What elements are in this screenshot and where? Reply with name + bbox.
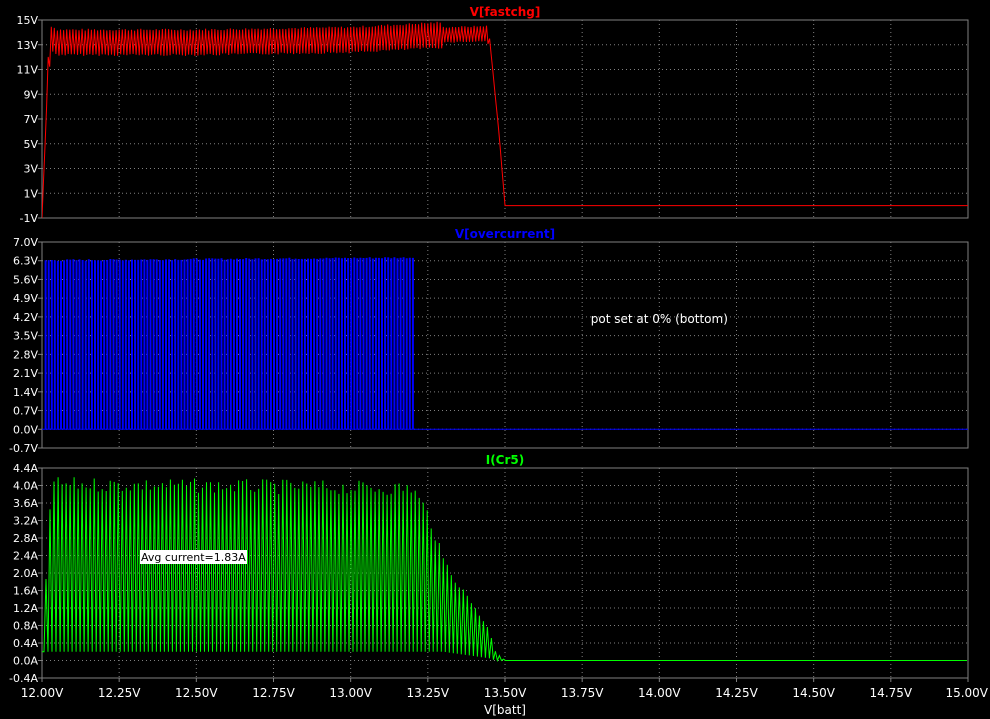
waveform-plot: 15V 13V 11V 9V 7V 5V 3V 1V -1V V[fastchg] 7.0V 6.3V…	[9, 5, 989, 717]
pane-title: I(Cr5)	[486, 453, 525, 467]
y-tick-label: 3.6A	[13, 497, 38, 510]
y-tick-label: 5V	[23, 138, 38, 151]
x-tick-label: 12.25V	[98, 686, 141, 700]
y-tick-label: 3.2A	[13, 515, 38, 528]
trace-cr5-current	[42, 477, 967, 663]
y-tick-label: 0.0A	[13, 655, 38, 668]
y-tick-label: 4.9V	[13, 292, 38, 305]
y-tick-label: 0.8A	[13, 620, 38, 633]
y-tick-label: -0.7V	[9, 442, 38, 455]
pane-2: 7.0V 6.3V 5.6V 4.9V 4.2V 3.5V 2.8V 2.1V 1.4V 0.7V…	[9, 227, 969, 455]
x-tick-label: 13.75V	[561, 686, 604, 700]
y-tick-label: 11V	[16, 64, 38, 77]
y-tick-label: 4.0A	[13, 480, 38, 493]
pot-annotation: pot set at 0% (bottom)	[591, 312, 728, 326]
avg-current-label: Avg current=1.83A	[141, 551, 246, 564]
y-tick-label: 13V	[16, 39, 38, 52]
pane-title: V[fastchg]	[470, 5, 541, 19]
y-tick-label: 3V	[23, 163, 38, 176]
x-tick-label: 15.00V	[945, 686, 988, 700]
pane-title: V[overcurrent]	[455, 227, 555, 241]
x-tick-label: 12.75V	[252, 686, 295, 700]
trace-overcurrent	[42, 257, 968, 430]
x-tick-label: 14.25V	[715, 686, 758, 700]
y-tick-label: 2.4A	[13, 550, 38, 563]
y-tick-label: 4.2V	[13, 311, 38, 324]
y-tick-label: 5.6V	[13, 273, 38, 286]
x-tick-label: 12.50V	[175, 686, 218, 700]
y-tick-label: 2.1V	[13, 367, 38, 380]
y-tick-label: 15V	[16, 14, 38, 27]
y-tick-label: 7V	[23, 113, 38, 126]
x-tick-label: 13.50V	[484, 686, 527, 700]
y-tick-label: 2.0A	[13, 567, 38, 580]
y-tick-label: -1V	[20, 212, 39, 225]
y-tick-label: 1.2A	[13, 602, 38, 615]
y-tick-label: 1V	[23, 187, 38, 200]
pane-3: 4.4A 4.0A 3.6A 3.2A 2.8A 2.4A 2.0A 1.6A 1.2A 0.8A…	[9, 453, 969, 685]
x-tick-label: 14.75V	[870, 686, 913, 700]
y-tick-label: -0.4A	[9, 672, 38, 685]
y-tick-label: 0.7V	[13, 405, 38, 418]
y-tick-label: 9V	[23, 88, 38, 101]
pane-1: 15V 13V 11V 9V 7V 5V 3V 1V -1V V[fastchg]	[16, 5, 969, 225]
y-tick-label: 6.3V	[13, 255, 38, 268]
y-tick-label: 3.5V	[13, 330, 38, 343]
x-tick-label: 13.25V	[407, 686, 450, 700]
y-tick-label: 4.4A	[13, 462, 38, 475]
x-tick-label: 14.50V	[792, 686, 835, 700]
x-tick-label: 14.00V	[638, 686, 681, 700]
y-tick-label: 1.4V	[13, 386, 38, 399]
y-tick-label: 0.4A	[13, 637, 38, 650]
x-axis-label: V[batt]	[484, 703, 526, 717]
y-tick-label: 7.0V	[13, 236, 38, 249]
y-tick-label: 1.6A	[13, 585, 38, 598]
y-tick-label: 0.0V	[13, 423, 38, 436]
y-tick-label: 2.8V	[13, 348, 38, 361]
y-tick-label: 2.8A	[13, 532, 38, 545]
x-tick-label: 12.00V	[21, 686, 64, 700]
x-tick-label: 13.00V	[329, 686, 372, 700]
